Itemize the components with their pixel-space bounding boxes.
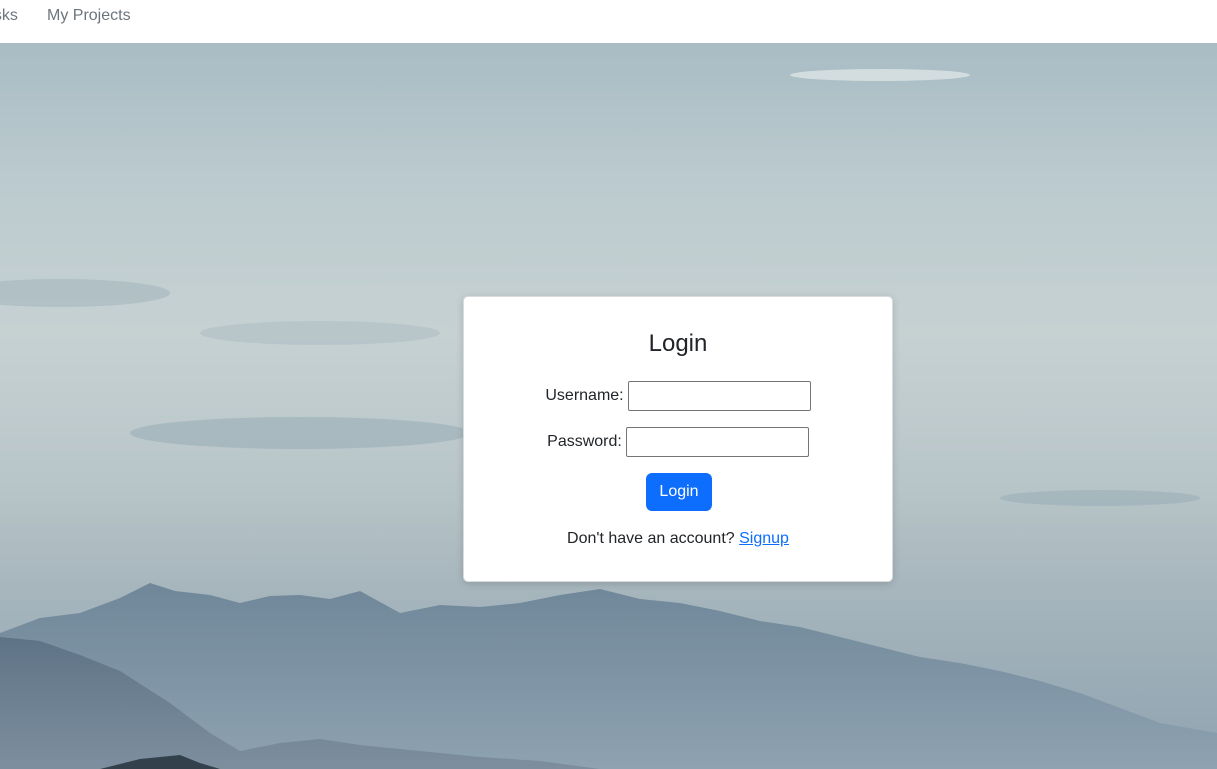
password-input[interactable] [625, 427, 809, 457]
password-label: Password: [547, 433, 622, 450]
login-card: Login Username: Password: Login Don't ha… [463, 296, 893, 582]
username-row: Username: [464, 381, 892, 411]
username-input[interactable] [627, 381, 811, 411]
signup-link[interactable]: Signup [739, 530, 789, 547]
nav-link-my-projects[interactable]: My Projects [47, 6, 131, 26]
signup-prompt-row: Don't have an account? Signup [464, 529, 892, 549]
top-navbar: Tasks My Projects [0, 0, 1217, 43]
nav-link-tasks[interactable]: Tasks [0, 6, 18, 26]
username-label: Username: [545, 387, 624, 404]
password-row: Password: [464, 427, 892, 457]
signup-prompt-text: Don't have an account? [567, 530, 735, 547]
login-title: Login [648, 330, 708, 357]
login-button[interactable]: Login [646, 473, 712, 511]
